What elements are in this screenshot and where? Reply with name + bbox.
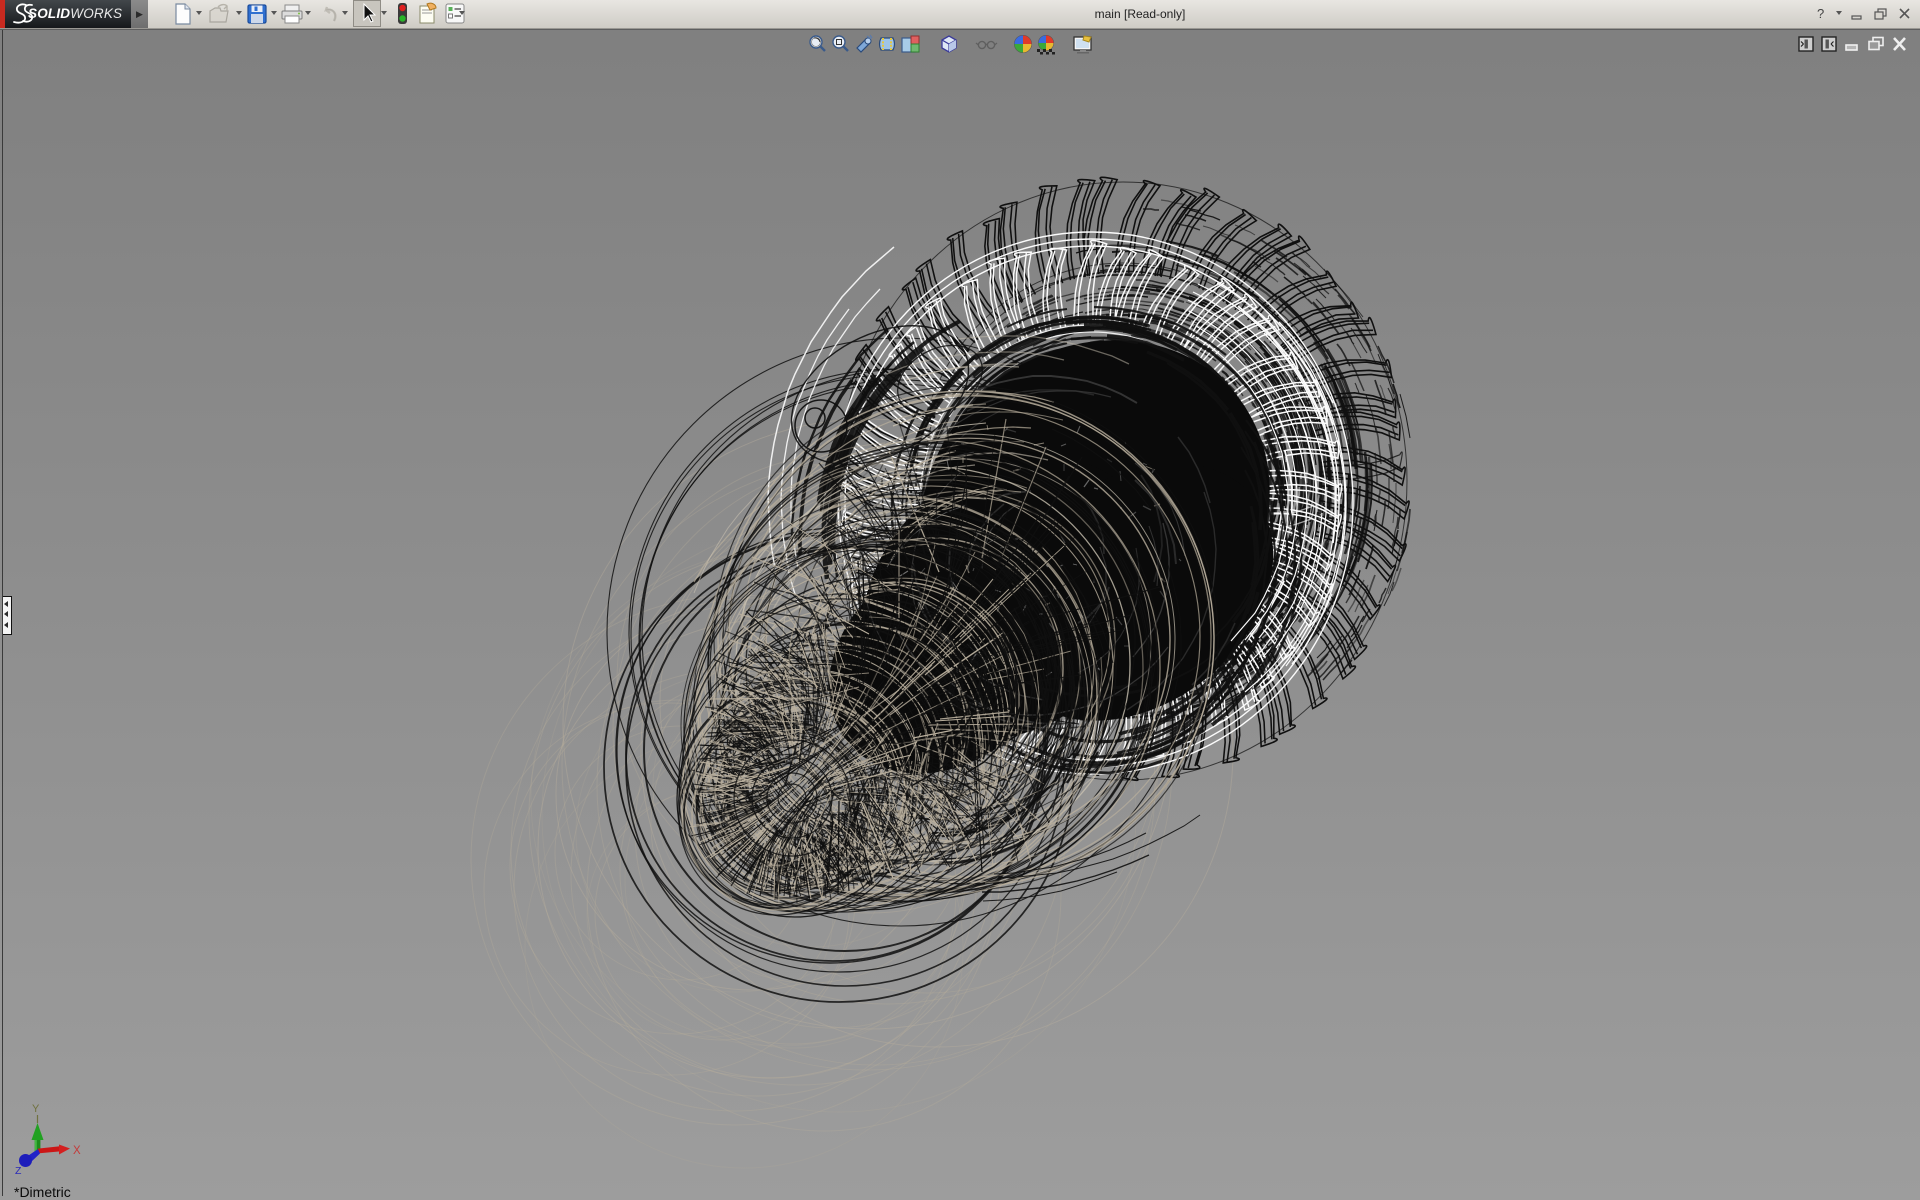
svg-text:Z: Z [15, 1165, 22, 1177]
svg-text:Y: Y [32, 1103, 40, 1115]
svg-text:X: X [73, 1145, 81, 1157]
